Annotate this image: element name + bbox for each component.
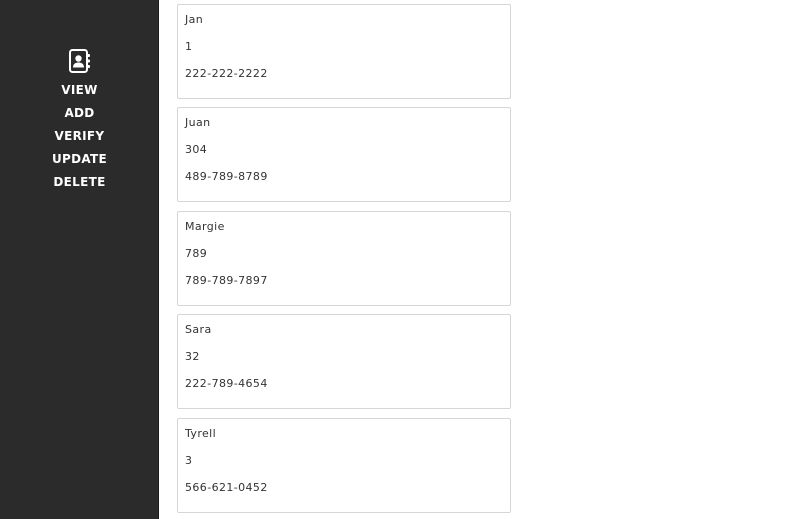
contact-id: 789 <box>185 247 208 260</box>
nav-item-verify[interactable]: VERIFY <box>0 126 159 149</box>
contact-name: Sara <box>185 323 212 336</box>
contact-id: 3 <box>185 454 193 467</box>
contact-phone: 222-789-4654 <box>185 377 268 390</box>
contact-phone: 489-789-8789 <box>185 170 268 183</box>
contact-card: Juan 304 489-789-8789 <box>177 107 511 202</box>
contact-name: Jan <box>185 13 204 26</box>
contact-card: Sara 32 222-789-4654 <box>177 314 511 409</box>
contact-id: 32 <box>185 350 200 363</box>
contact-id: 304 <box>185 143 208 156</box>
contact-book-icon <box>69 49 90 73</box>
nav-item-update[interactable]: UPDATE <box>0 149 159 172</box>
contact-card: Margie 789 789-789-7897 <box>177 211 511 306</box>
contact-name: Juan <box>185 116 211 129</box>
nav-item-view[interactable]: VIEW <box>0 80 159 103</box>
contact-id: 1 <box>185 40 193 53</box>
app: VIEW ADD VERIFY UPDATE DELETE Jan 1 222-… <box>0 0 800 519</box>
contact-phone: 566-621-0452 <box>185 481 268 494</box>
sidebar: VIEW ADD VERIFY UPDATE DELETE <box>0 0 159 519</box>
contact-phone: 222-222-2222 <box>185 67 268 80</box>
contact-phone: 789-789-7897 <box>185 274 268 287</box>
sidebar-nav: VIEW ADD VERIFY UPDATE DELETE <box>0 80 159 195</box>
contact-list: Jan 1 222-222-2222 Juan 304 489-789-8789… <box>159 0 800 519</box>
nav-item-add[interactable]: ADD <box>0 103 159 126</box>
contact-card: Jan 1 222-222-2222 <box>177 4 511 99</box>
nav-item-delete[interactable]: DELETE <box>0 172 159 195</box>
contact-name: Tyrell <box>185 427 217 440</box>
contact-card: Tyrell 3 566-621-0452 <box>177 418 511 513</box>
contact-name: Margie <box>185 220 225 233</box>
